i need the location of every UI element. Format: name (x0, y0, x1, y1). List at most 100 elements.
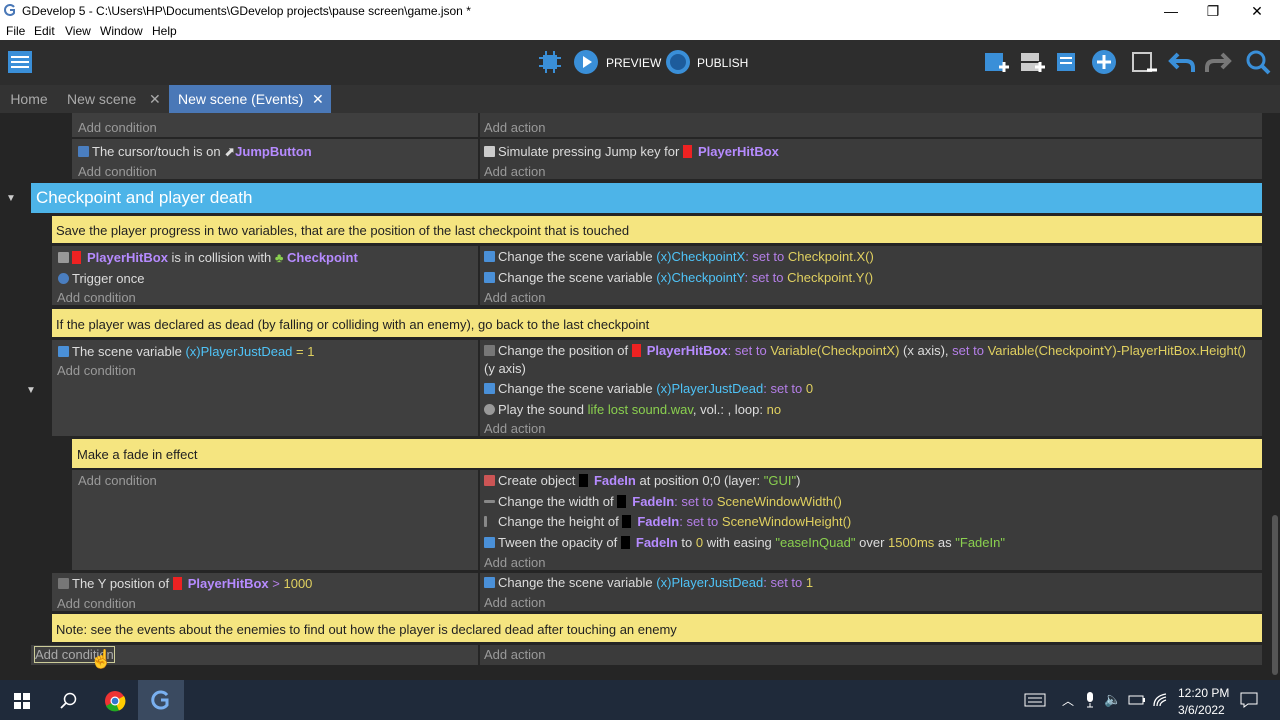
search-icon[interactable] (1244, 48, 1272, 76)
variable-name: PlayerJustDead (671, 381, 764, 396)
taskbar-gdevelop-app[interactable] (138, 680, 184, 720)
condition-row[interactable]: The Y position of PlayerHitBox > 1000 (58, 576, 312, 591)
action-text: Change the height of (498, 514, 619, 529)
axis-text: (x axis), (903, 343, 949, 358)
menu-window[interactable]: Window (100, 24, 143, 38)
add-action-link[interactable]: Add action (484, 164, 545, 179)
comment-event[interactable]: Note: see the events about the enemies t… (52, 614, 1262, 642)
comment-event[interactable]: If the player was declared as dead (by f… (52, 309, 1262, 337)
tab-close-icon[interactable]: ✕ (149, 85, 161, 113)
group-title: Checkpoint and player death (36, 188, 253, 207)
window-title: GDevelop 5 - C:\Users\HP\Documents\GDeve… (22, 4, 471, 18)
debugger-icon[interactable] (536, 48, 564, 76)
publish-icon[interactable] (664, 48, 692, 76)
condition-row[interactable]: PlayerHitBox is in collision with ♣ Chec… (58, 250, 358, 265)
condition-row[interactable]: The scene variable (x)PlayerJustDead = 1 (58, 344, 314, 359)
tab-new-scene[interactable]: New scene ✕ (58, 85, 168, 113)
action-row[interactable]: Change the width of FadeIn: set to Scene… (484, 494, 842, 509)
volume-icon[interactable]: 🔈 (1104, 691, 1121, 708)
comment-event[interactable]: Save the player progress in two variable… (52, 216, 1262, 243)
preview-play-icon[interactable] (572, 48, 600, 76)
add-condition-link[interactable]: Add condition (57, 596, 136, 611)
action-row[interactable]: Play the sound life lost sound.wav, vol.… (484, 402, 781, 417)
windows-start-icon[interactable] (14, 693, 30, 709)
chrome-icon[interactable] (104, 690, 126, 712)
action-row[interactable]: Tween the opacity of FadeIn to 0 with ea… (484, 535, 1005, 550)
add-condition-link[interactable]: Add condition (78, 164, 157, 179)
condition-row[interactable]: The cursor/touch is on ⬈JumpButton (78, 144, 312, 160)
action-row[interactable]: Change the height of FadeIn: set to Scen… (484, 514, 851, 529)
action-row[interactable]: Change the position of PlayerHitBox: set… (484, 343, 1246, 358)
battery-icon[interactable] (1128, 693, 1146, 707)
action-text: Tween the opacity of (498, 535, 618, 550)
action-block[interactable] (480, 113, 1262, 137)
variable-icon (58, 346, 69, 357)
add-event-icon[interactable] (982, 48, 1010, 76)
keyboard-layout-icon[interactable] (1024, 693, 1046, 707)
publish-button[interactable]: PUBLISH (697, 56, 748, 70)
add-condition-link[interactable]: Add condition (78, 120, 157, 135)
operator-text: : set to (679, 514, 719, 529)
project-manager-icon[interactable] (6, 48, 34, 76)
value-text: 1000 (283, 576, 313, 591)
value-text: no (766, 402, 782, 417)
action-row[interactable]: Create object FadeIn at position 0;0 (la… (484, 473, 800, 488)
variable-icon (484, 272, 495, 283)
mouse-cursor-icon: ☝ (90, 649, 113, 669)
search-icon[interactable] (60, 692, 78, 710)
tab-new-scene-events[interactable]: New scene (Events) ✕ (169, 85, 331, 113)
add-condition-link[interactable]: Add condition (57, 290, 136, 305)
clock-date[interactable]: 3/6/2022 (1178, 703, 1225, 717)
menu-file[interactable]: File (6, 24, 25, 38)
vertical-scrollbar[interactable] (1272, 515, 1278, 675)
action-block[interactable] (480, 645, 1262, 665)
operator-text: : set to (745, 249, 785, 264)
add-action-link[interactable]: Add action (484, 120, 545, 135)
collapse-arrow-icon[interactable]: ▼ (6, 193, 16, 204)
add-action-link[interactable]: Add action (484, 421, 545, 436)
menu-view[interactable]: View (65, 24, 91, 38)
collapse-arrow-icon[interactable]: ▼ (26, 385, 36, 396)
tab-home[interactable]: Home (0, 85, 58, 113)
close-window-button[interactable]: ✕ (1234, 0, 1280, 22)
group-header[interactable]: Checkpoint and player death (31, 183, 1262, 213)
notification-icon[interactable] (1240, 692, 1258, 708)
tab-bar: Home New scene ✕ New scene (Events) ✕ (0, 85, 1280, 113)
preview-button[interactable]: PREVIEW (606, 56, 661, 70)
cursor-icon (78, 146, 89, 157)
add-action-link[interactable]: Add action (484, 595, 545, 610)
value-text: Variable(CheckpointX) (770, 343, 900, 358)
add-action-link[interactable]: Add action (484, 290, 545, 305)
delete-event-icon[interactable] (1130, 48, 1158, 76)
tab-close-icon[interactable]: ✕ (312, 85, 324, 113)
action-row[interactable]: Change the scene variable (x)PlayerJustD… (484, 575, 813, 590)
menu-help[interactable]: Help (152, 24, 177, 38)
maximize-button[interactable]: ❐ (1190, 0, 1236, 22)
object-thumb-icon (172, 577, 182, 590)
add-circle-icon[interactable] (1090, 48, 1118, 76)
object-name: PlayerHitBox (187, 576, 269, 591)
add-condition-link[interactable]: Add condition (57, 363, 136, 378)
action-row[interactable]: Simulate pressing Jump key for PlayerHit… (484, 144, 779, 159)
action-row[interactable]: Change the scene variable (x)CheckpointY… (484, 270, 873, 285)
object-name: FadeIn (593, 473, 636, 488)
chevron-up-icon[interactable]: ︿ (1062, 692, 1074, 709)
add-comment-icon[interactable] (1054, 48, 1082, 76)
comment-text: If the player was declared as dead (by f… (56, 317, 650, 332)
add-condition-link[interactable]: Add condition (78, 473, 157, 488)
action-row[interactable]: Change the scene variable (x)CheckpointX… (484, 249, 874, 264)
condition-row[interactable]: Trigger once (58, 271, 145, 286)
microphone-icon[interactable] (1085, 692, 1095, 708)
add-action-link[interactable]: Add action (484, 555, 545, 570)
minimize-button[interactable]: — (1148, 0, 1194, 22)
clock-time[interactable]: 12:20 PM (1178, 686, 1229, 700)
add-action-link[interactable]: Add action (484, 647, 545, 662)
menu-edit[interactable]: Edit (34, 24, 55, 38)
comment-event[interactable]: Make a fade in effect (72, 439, 1262, 468)
add-subevent-icon[interactable] (1018, 48, 1046, 76)
wifi-icon[interactable] (1152, 692, 1168, 708)
redo-icon[interactable] (1204, 48, 1232, 76)
undo-icon[interactable] (1168, 48, 1196, 76)
toolbar: PREVIEW PUBLISH (0, 40, 1280, 85)
action-row[interactable]: Change the scene variable (x)PlayerJustD… (484, 381, 813, 396)
